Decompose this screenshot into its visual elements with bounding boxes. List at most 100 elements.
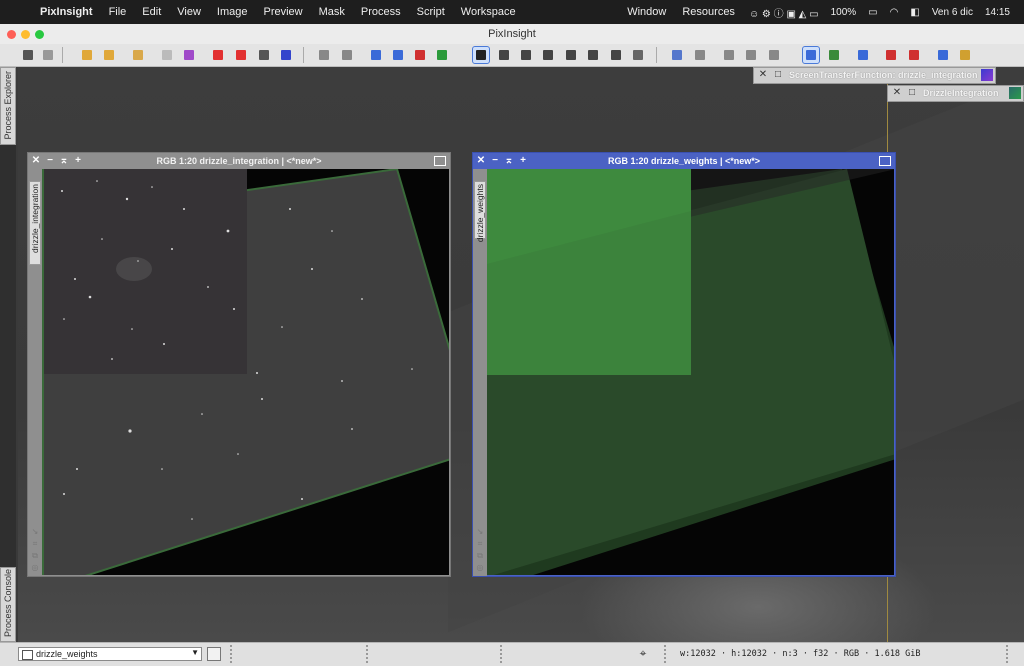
- menu-mask[interactable]: Mask: [311, 6, 353, 18]
- close-icon[interactable]: ✕: [475, 154, 487, 168]
- new-preview-icon[interactable]: [210, 47, 226, 63]
- zoom-in-icon[interactable]: [585, 47, 601, 63]
- close-window-button[interactable]: [7, 30, 16, 39]
- target-icon[interactable]: ◎: [30, 563, 40, 573]
- stf-process-icon[interactable]: [981, 69, 993, 81]
- process-explorer-tab[interactable]: Process Explorer: [0, 67, 16, 145]
- image-window-titlebar[interactable]: RGB 1:20 drizzle_integration | <*new*>: [28, 153, 450, 169]
- open-folder-alt-icon[interactable]: [101, 47, 117, 63]
- image-window-titlebar[interactable]: RGB 1:20 drizzle_weights | <*new*>: [473, 153, 895, 169]
- maximize-plus-icon[interactable]: +: [517, 154, 529, 168]
- shade-icon[interactable]: □: [772, 69, 784, 81]
- close-icon[interactable]: ✕: [891, 87, 903, 99]
- image-icon[interactable]: [20, 47, 36, 63]
- menu-view[interactable]: View: [169, 6, 209, 18]
- menu-resources[interactable]: Resources: [674, 6, 743, 18]
- wifi-icon[interactable]: ◠: [884, 7, 905, 18]
- fit-icon[interactable]: ⌗: [475, 539, 485, 549]
- maximize-icon[interactable]: [434, 156, 446, 166]
- grid-icon[interactable]: [278, 47, 294, 63]
- clone-view-icon[interactable]: ⧉: [30, 551, 40, 561]
- cascade-icon[interactable]: [743, 47, 759, 63]
- toolbar: [0, 44, 1024, 67]
- view-explorer-button[interactable]: [207, 647, 221, 661]
- channel-select-icon[interactable]: [434, 47, 450, 63]
- arrange-icon[interactable]: [766, 47, 782, 63]
- save-as-icon[interactable]: [181, 47, 197, 63]
- menu-edit[interactable]: Edit: [134, 6, 169, 18]
- target-icon[interactable]: ◎: [475, 563, 485, 573]
- resize-icon[interactable]: ↘: [475, 527, 485, 537]
- rgb-channels-icon[interactable]: [412, 47, 428, 63]
- layout-icon[interactable]: [669, 47, 685, 63]
- menu-preview[interactable]: Preview: [256, 6, 311, 18]
- battery-percent[interactable]: 100%: [825, 7, 863, 18]
- open-folder-icon[interactable]: [79, 47, 95, 63]
- fit-icon[interactable]: ⌗: [30, 539, 40, 549]
- crosshair-icon[interactable]: ⌖: [636, 646, 650, 660]
- date[interactable]: Ven 6 dic: [926, 7, 979, 18]
- gallery-icon[interactable]: [826, 47, 842, 63]
- maximize-icon[interactable]: [879, 156, 891, 166]
- image-canvas-weights[interactable]: [487, 169, 894, 575]
- view-selector[interactable]: drizzle_weights ▼: [18, 647, 202, 661]
- mask-show-icon[interactable]: [390, 47, 406, 63]
- image-window-integration[interactable]: RGB 1:20 drizzle_integration | <*new*> ✕…: [27, 152, 451, 577]
- redo-icon[interactable]: [339, 47, 355, 63]
- view-id-tab[interactable]: drizzle_integration: [29, 181, 41, 265]
- zoom-1-1-icon[interactable]: [518, 47, 534, 63]
- link-icon[interactable]: [855, 47, 871, 63]
- shade-icon[interactable]: □: [906, 87, 918, 99]
- control-center-icon[interactable]: ◧: [904, 7, 925, 18]
- zoom-fit-icon[interactable]: [496, 47, 512, 63]
- stf-icon[interactable]: [935, 47, 951, 63]
- tile-icon[interactable]: [721, 47, 737, 63]
- auto-stretch-icon[interactable]: [957, 47, 973, 63]
- app-menu[interactable]: PixInsight: [32, 6, 101, 18]
- menu-window[interactable]: Window: [619, 6, 674, 18]
- save-icon[interactable]: [159, 47, 175, 63]
- menu-script[interactable]: Script: [409, 6, 453, 18]
- shade-icon[interactable]: ⌅: [503, 154, 515, 168]
- shade-icon[interactable]: ⌅: [58, 154, 70, 168]
- view-id-tab[interactable]: drizzle_weights: [474, 181, 486, 242]
- center-icon[interactable]: [563, 47, 579, 63]
- clone-icon[interactable]: [883, 47, 899, 63]
- status-icons[interactable]: ☺ ⚙ ⓘ ▣ ◭ ▭: [743, 5, 825, 20]
- time[interactable]: 14:15: [979, 7, 1016, 18]
- menu-image[interactable]: Image: [209, 6, 256, 18]
- undo-icon[interactable]: [316, 47, 332, 63]
- stf-panel-bar[interactable]: ✕ □ ScreenTransferFunction: drizzle_inte…: [753, 67, 996, 84]
- display-icon[interactable]: [802, 46, 820, 64]
- minimize-icon[interactable]: −: [44, 154, 56, 168]
- layout-alt-icon[interactable]: [692, 47, 708, 63]
- delete-preview-icon[interactable]: [233, 47, 249, 63]
- drizzle-panel-bar[interactable]: ✕ □ DrizzleIntegration: [887, 85, 1024, 102]
- minimize-window-button[interactable]: [21, 30, 30, 39]
- pan-icon[interactable]: [540, 47, 556, 63]
- zoom-window-button[interactable]: [35, 30, 44, 39]
- maximize-plus-icon[interactable]: +: [72, 154, 84, 168]
- zoom-out-icon[interactable]: [608, 47, 624, 63]
- battery-icon[interactable]: ▭: [862, 7, 883, 18]
- image-gray-icon[interactable]: [40, 47, 56, 63]
- resize-icon[interactable]: ↘: [30, 527, 40, 537]
- preview-icon[interactable]: [256, 47, 272, 63]
- reset-icon[interactable]: [906, 47, 922, 63]
- image-canvas-integration[interactable]: [42, 169, 449, 575]
- mask-icon[interactable]: [368, 47, 384, 63]
- clone-view-icon[interactable]: ⧉: [475, 551, 485, 561]
- process-console-tab[interactable]: Process Console: [0, 567, 16, 642]
- process-console-label: Process Console: [3, 568, 13, 637]
- readout-mode-icon[interactable]: [472, 46, 490, 64]
- close-icon[interactable]: ✕: [30, 154, 42, 168]
- close-icon[interactable]: ✕: [757, 69, 769, 81]
- minimize-icon[interactable]: −: [489, 154, 501, 168]
- open-project-icon[interactable]: [130, 47, 146, 63]
- menu-file[interactable]: File: [101, 6, 135, 18]
- drizzle-process-icon[interactable]: [1009, 87, 1021, 99]
- menu-process[interactable]: Process: [353, 6, 409, 18]
- menu-workspace[interactable]: Workspace: [453, 6, 524, 18]
- cursor-icon[interactable]: [630, 47, 646, 63]
- image-window-weights[interactable]: RGB 1:20 drizzle_weights | <*new*> ✕ − ⌅…: [472, 152, 896, 577]
